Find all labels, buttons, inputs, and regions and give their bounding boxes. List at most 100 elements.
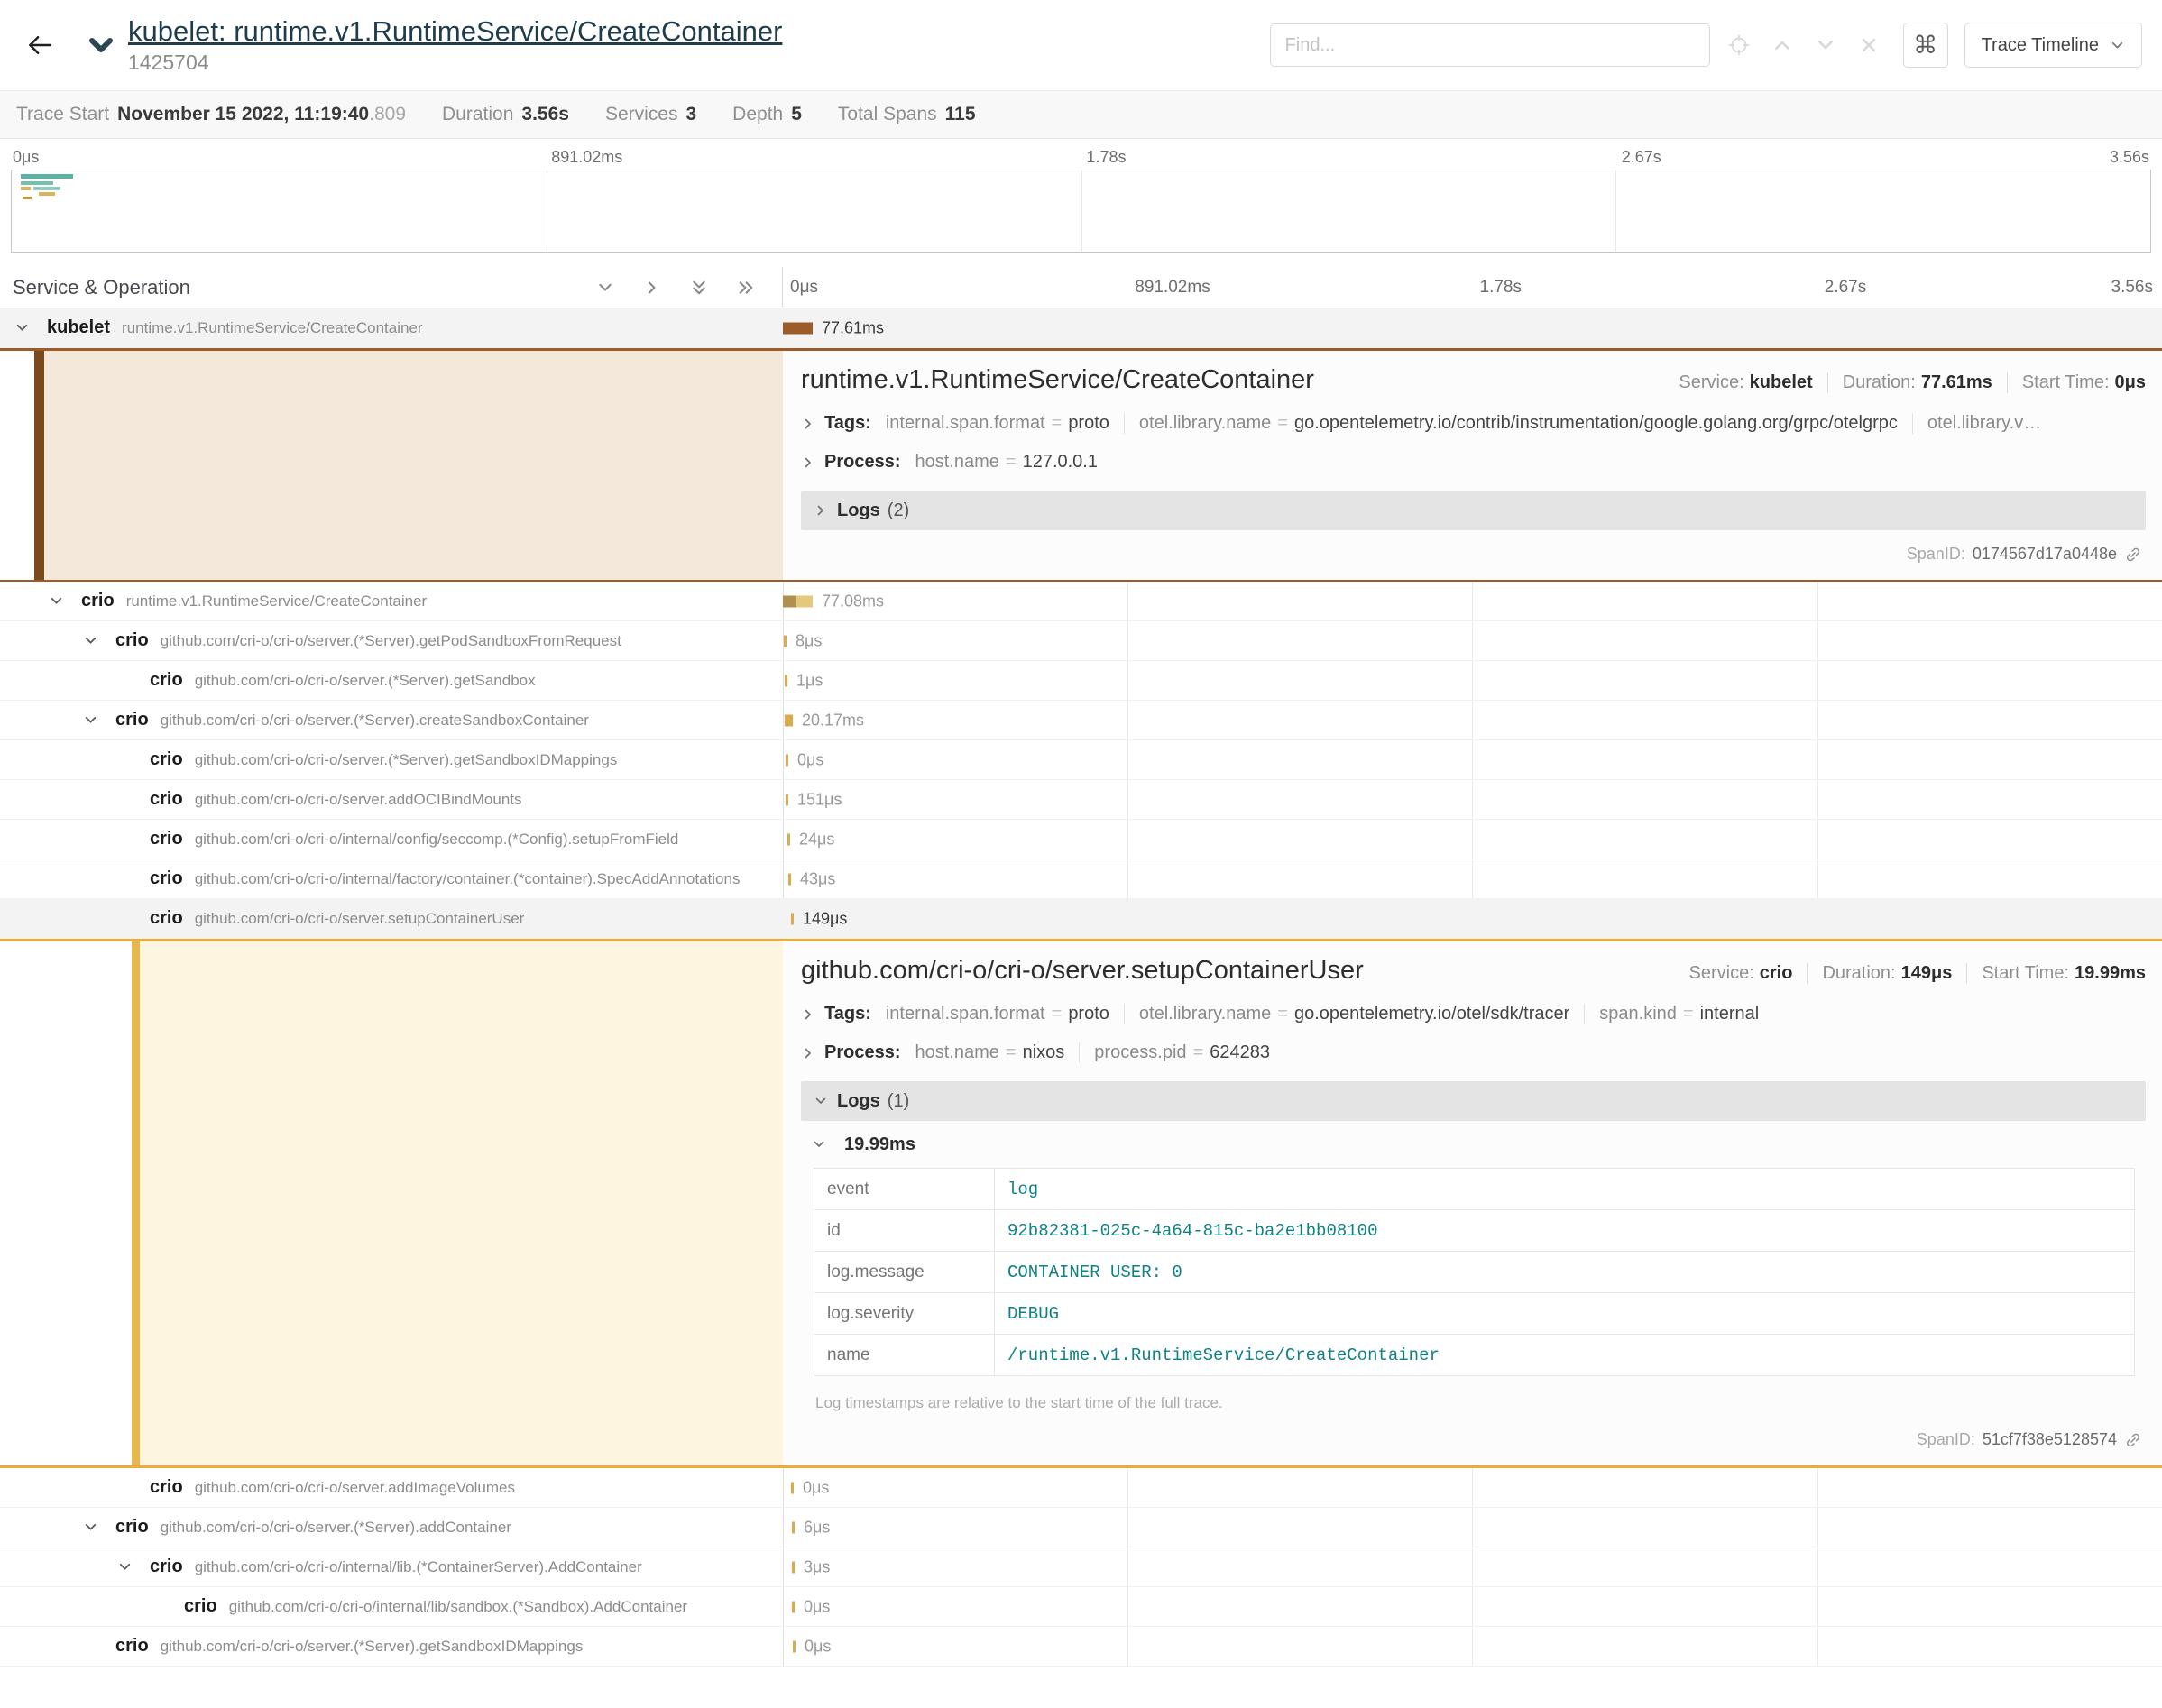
tags-accordion[interactable]: Tags: internal.span.format=protootel.lib… bbox=[801, 413, 2146, 434]
span-track[interactable]: 0μs bbox=[783, 740, 2162, 779]
span-bar[interactable] bbox=[788, 873, 791, 885]
span-track[interactable]: 0μs bbox=[783, 1627, 2162, 1666]
span-row[interactable]: kubelet runtime.v1.RuntimeService/Create… bbox=[0, 308, 2162, 348]
row-expand-caret[interactable] bbox=[83, 712, 115, 728]
span-row[interactable]: crio github.com/cri-o/cri-o/internal/lib… bbox=[0, 1547, 2162, 1587]
span-name-cell[interactable]: crio github.com/cri-o/cri-o/server.addIm… bbox=[0, 1468, 783, 1507]
span-name-cell[interactable]: crio github.com/cri-o/cri-o/server.addOC… bbox=[0, 780, 783, 819]
logs-accordion[interactable]: Logs (1) bbox=[801, 1081, 2146, 1121]
collapse-one-icon[interactable] bbox=[641, 277, 663, 298]
span-row[interactable]: crio github.com/cri-o/cri-o/internal/fac… bbox=[0, 859, 2162, 899]
span-track[interactable]: 20.17ms bbox=[783, 701, 2162, 739]
span-name-cell[interactable]: crio github.com/cri-o/cri-o/server.(*Ser… bbox=[0, 1508, 783, 1547]
span-row[interactable]: crio github.com/cri-o/cri-o/internal/lib… bbox=[0, 1587, 2162, 1627]
span-name-cell[interactable]: crio github.com/cri-o/cri-o/server.setup… bbox=[0, 899, 783, 938]
prev-result-icon[interactable] bbox=[1771, 34, 1793, 56]
link-icon[interactable] bbox=[2124, 546, 2142, 564]
span-bar[interactable] bbox=[793, 1640, 796, 1652]
trace-view-selector[interactable]: Trace Timeline bbox=[1964, 23, 2142, 68]
process-accordion[interactable]: Process: host.name=nixosprocess.pid=6242… bbox=[801, 1042, 2146, 1063]
span-service-name: crio bbox=[150, 829, 183, 849]
span-bar[interactable] bbox=[787, 833, 790, 845]
span-bar[interactable] bbox=[783, 595, 813, 607]
span-track[interactable]: 77.61ms bbox=[783, 308, 2162, 347]
span-bar[interactable] bbox=[792, 1601, 795, 1612]
span-bar[interactable] bbox=[785, 714, 793, 726]
link-icon[interactable] bbox=[2124, 1431, 2142, 1449]
span-row[interactable]: crio github.com/cri-o/cri-o/server.(*Ser… bbox=[0, 1627, 2162, 1667]
timeline-header: Service & Operation 0μs891.02ms1.78s2.67… bbox=[0, 267, 2162, 308]
span-duration-label: 77.61ms bbox=[822, 318, 884, 337]
span-name-cell[interactable]: crio github.com/cri-o/cri-o/internal/lib… bbox=[0, 1547, 783, 1586]
trace-header-collapse-toggle[interactable] bbox=[81, 25, 121, 65]
span-row[interactable]: crio github.com/cri-o/cri-o/server.(*Ser… bbox=[0, 621, 2162, 661]
log-entry-header[interactable]: 19.99ms bbox=[812, 1121, 2146, 1168]
span-track[interactable]: 3μs bbox=[783, 1547, 2162, 1586]
span-track[interactable]: 24μs bbox=[783, 820, 2162, 859]
span-bar[interactable] bbox=[792, 1521, 795, 1533]
span-name-cell[interactable]: crio github.com/cri-o/cri-o/internal/con… bbox=[0, 820, 783, 859]
span-name-cell[interactable]: crio github.com/cri-o/cri-o/server.(*Ser… bbox=[0, 621, 783, 660]
expand-all-icon[interactable] bbox=[688, 277, 710, 298]
span-name-cell[interactable]: crio github.com/cri-o/cri-o/internal/fac… bbox=[0, 859, 783, 898]
span-name-cell[interactable]: crio runtime.v1.RuntimeService/CreateCon… bbox=[0, 582, 783, 620]
span-bar[interactable] bbox=[791, 1482, 794, 1493]
span-row[interactable]: crio github.com/cri-o/cri-o/server.addOC… bbox=[0, 780, 2162, 820]
span-bar[interactable] bbox=[786, 754, 788, 766]
log-field-key: event bbox=[814, 1169, 995, 1210]
span-name-cell[interactable]: kubelet runtime.v1.RuntimeService/Create… bbox=[0, 308, 783, 347]
locate-span-icon[interactable] bbox=[1728, 34, 1750, 56]
span-row[interactable]: crio github.com/cri-o/cri-o/server.(*Ser… bbox=[0, 701, 2162, 740]
detail-overview: Service:kubelet Duration:77.61ms Start T… bbox=[1642, 372, 2146, 393]
collapse-all-icon[interactable] bbox=[735, 277, 757, 298]
span-track[interactable]: 77.08ms bbox=[783, 582, 2162, 620]
span-bar[interactable] bbox=[786, 794, 788, 805]
span-row[interactable]: crio github.com/cri-o/cri-o/server.(*Ser… bbox=[0, 1508, 2162, 1547]
tag-item: host.name=127.0.0.1 bbox=[915, 452, 1113, 473]
span-bar[interactable] bbox=[784, 635, 787, 647]
row-expand-caret[interactable] bbox=[49, 593, 81, 609]
span-track[interactable]: 43μs bbox=[783, 859, 2162, 898]
span-name-cell[interactable]: crio github.com/cri-o/cri-o/internal/lib… bbox=[0, 1587, 783, 1626]
clear-search-icon[interactable] bbox=[1858, 34, 1880, 56]
span-bar[interactable] bbox=[785, 675, 787, 686]
logs-accordion[interactable]: Logs (2) bbox=[801, 491, 2146, 530]
service-label: Service: bbox=[1679, 372, 1743, 392]
row-expand-caret[interactable] bbox=[83, 633, 115, 648]
next-result-icon[interactable] bbox=[1815, 34, 1836, 56]
span-track[interactable]: 0μs bbox=[783, 1468, 2162, 1507]
back-button[interactable] bbox=[20, 25, 60, 65]
span-track[interactable]: 8μs bbox=[783, 621, 2162, 660]
span-row[interactable]: crio runtime.v1.RuntimeService/CreateCon… bbox=[0, 582, 2162, 621]
span-service-name: crio bbox=[150, 1477, 183, 1498]
trace-title-link[interactable]: kubelet: runtime.v1.RuntimeService/Creat… bbox=[128, 15, 782, 47]
tags-accordion[interactable]: Tags: internal.span.format=protootel.lib… bbox=[801, 1004, 2146, 1024]
keyboard-shortcuts-button[interactable]: ⌘ bbox=[1903, 23, 1948, 68]
span-track[interactable]: 151μs bbox=[783, 780, 2162, 819]
span-track[interactable]: 1μs bbox=[783, 661, 2162, 700]
row-expand-caret[interactable] bbox=[117, 1559, 150, 1575]
span-bar[interactable] bbox=[792, 1561, 795, 1573]
row-expand-caret[interactable] bbox=[83, 1520, 115, 1535]
span-row[interactable]: crio github.com/cri-o/cri-o/server.setup… bbox=[0, 899, 2162, 939]
span-id-label: SpanID: bbox=[1907, 545, 1965, 564]
find-input[interactable] bbox=[1270, 23, 1710, 67]
span-row[interactable]: crio github.com/cri-o/cri-o/server.addIm… bbox=[0, 1468, 2162, 1508]
span-row[interactable]: crio github.com/cri-o/cri-o/server.(*Ser… bbox=[0, 740, 2162, 780]
span-track[interactable]: 0μs bbox=[783, 1587, 2162, 1626]
span-track[interactable]: 6μs bbox=[783, 1508, 2162, 1547]
span-name-cell[interactable]: crio github.com/cri-o/cri-o/server.(*Ser… bbox=[0, 701, 783, 739]
row-expand-caret[interactable] bbox=[14, 320, 47, 335]
span-name-cell[interactable]: crio github.com/cri-o/cri-o/server.(*Ser… bbox=[0, 1627, 783, 1666]
log-field-value: /runtime.v1.RuntimeService/CreateContain… bbox=[995, 1335, 2135, 1376]
process-accordion[interactable]: Process: host.name=127.0.0.1 bbox=[801, 452, 2146, 473]
expand-one-icon[interactable] bbox=[594, 277, 616, 298]
span-bar[interactable] bbox=[791, 913, 794, 924]
span-name-cell[interactable]: crio github.com/cri-o/cri-o/server.(*Ser… bbox=[0, 661, 783, 700]
span-bar[interactable] bbox=[783, 322, 813, 334]
span-track[interactable]: 149μs bbox=[783, 899, 2162, 938]
span-row[interactable]: crio github.com/cri-o/cri-o/server.(*Ser… bbox=[0, 661, 2162, 701]
span-row[interactable]: crio github.com/cri-o/cri-o/internal/con… bbox=[0, 820, 2162, 859]
minimap-canvas[interactable] bbox=[11, 170, 2151, 253]
span-name-cell[interactable]: crio github.com/cri-o/cri-o/server.(*Ser… bbox=[0, 740, 783, 779]
